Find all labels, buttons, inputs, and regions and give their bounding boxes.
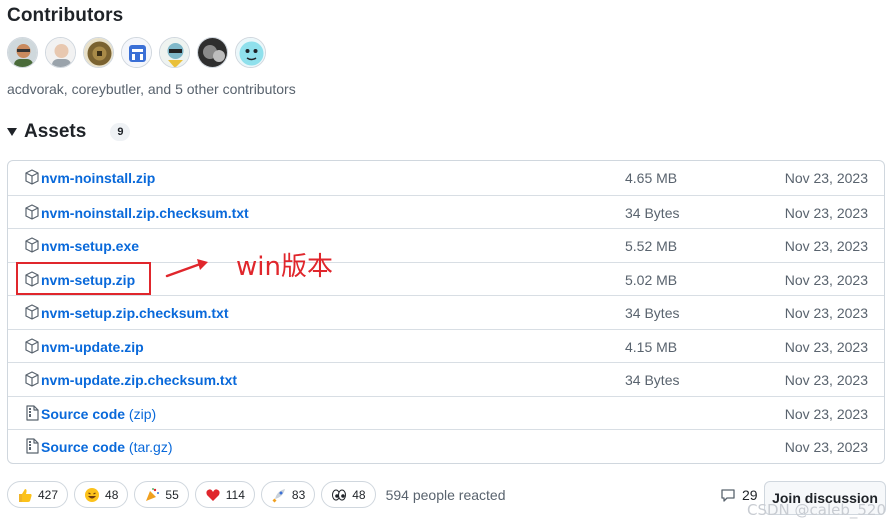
asset-link[interactable]: nvm-setup.exe	[41, 238, 139, 254]
asset-row: nvm-update.zip 4.15 MB Nov 23, 2023	[8, 329, 884, 363]
package-icon	[25, 338, 39, 354]
asset-row: nvm-noinstall.zip.checksum.txt 34 Bytes …	[8, 195, 884, 229]
assets-list: nvm-noinstall.zip 4.65 MB Nov 23, 2023 n…	[7, 160, 885, 464]
asset-link[interactable]: nvm-setup.zip.checksum.txt	[41, 305, 229, 321]
avatar[interactable]	[235, 37, 266, 68]
file-zip-icon	[26, 405, 39, 421]
reaction-heart[interactable]: 114	[194, 481, 255, 508]
asset-size: 34 Bytes	[625, 205, 680, 221]
reaction-rocket[interactable]: 83	[260, 481, 316, 508]
asset-date: Nov 23, 2023	[784, 372, 868, 388]
reactions-bar: 427 48 55 114 83 48 594 people reacted	[7, 481, 505, 508]
asset-link[interactable]: Source code (tar.gz)	[41, 439, 173, 455]
asset-row: nvm-setup.zip.checksum.txt 34 Bytes Nov …	[8, 295, 884, 329]
asset-link[interactable]: Source code (zip)	[41, 406, 156, 422]
reaction-eyes[interactable]: 48	[321, 481, 376, 508]
eyes-icon	[332, 489, 347, 500]
file-zip-icon	[26, 438, 39, 454]
avatar[interactable]	[7, 37, 38, 68]
asset-link[interactable]: nvm-noinstall.zip	[41, 170, 155, 186]
assets-header[interactable]: Assets 9	[7, 121, 131, 143]
hooray-icon	[146, 487, 160, 501]
asset-row: Source code (zip) Nov 23, 2023	[8, 396, 884, 430]
asset-size: 5.02 MB	[625, 272, 678, 288]
asset-row: nvm-setup.exe 5.52 MB Nov 23, 2023	[8, 228, 884, 262]
asset-size: 34 Bytes	[625, 305, 680, 321]
contributor-avatars	[7, 37, 266, 68]
asset-date: Nov 23, 2023	[784, 339, 868, 355]
avatar[interactable]	[159, 37, 190, 68]
reaction-laugh[interactable]: 48	[74, 481, 129, 508]
package-icon	[25, 204, 39, 220]
asset-date: Nov 23, 2023	[784, 205, 868, 221]
package-icon	[25, 169, 39, 185]
package-icon	[25, 237, 39, 253]
asset-row: Source code (tar.gz) Nov 23, 2023	[8, 429, 884, 463]
rocket-icon	[272, 488, 285, 503]
asset-link[interactable]: nvm-update.zip.checksum.txt	[41, 372, 237, 388]
asset-date: Nov 23, 2023	[784, 439, 868, 455]
reactions-summary: 594 people reacted	[385, 486, 506, 503]
asset-date: Nov 23, 2023	[784, 272, 868, 288]
asset-row: nvm-noinstall.zip 4.65 MB Nov 23, 2023	[8, 161, 884, 195]
asset-link[interactable]: nvm-update.zip	[41, 339, 144, 355]
annotation-label: win版本	[236, 252, 333, 282]
asset-link[interactable]: nvm-noinstall.zip.checksum.txt	[41, 205, 249, 221]
asset-size: 34 Bytes	[625, 372, 680, 388]
asset-size: 5.52 MB	[625, 238, 678, 254]
package-icon	[25, 304, 39, 320]
asset-row: nvm-update.zip.checksum.txt 34 Bytes Nov…	[8, 362, 884, 396]
contributors-summary[interactable]: acdvorak, coreybutler, and 5 other contr…	[7, 81, 296, 97]
package-icon	[25, 371, 39, 387]
avatar[interactable]	[45, 37, 76, 68]
contributors-title: Contributors	[7, 5, 124, 26]
annotation-arrow-icon	[165, 259, 208, 278]
reaction-hooray[interactable]: 55	[134, 481, 189, 508]
avatar[interactable]	[83, 37, 114, 68]
assets-count-badge: 9	[110, 123, 131, 141]
reaction-thumbs-up[interactable]: 427	[7, 481, 69, 508]
annotation-highlight-box	[16, 262, 151, 295]
avatar[interactable]	[197, 37, 228, 68]
assets-title: Assets	[24, 121, 87, 142]
asset-date: Nov 23, 2023	[784, 170, 868, 186]
asset-date: Nov 23, 2023	[784, 238, 868, 254]
asset-date: Nov 23, 2023	[784, 406, 868, 422]
heart-icon	[206, 488, 220, 501]
thumbs-up-icon	[19, 488, 32, 502]
laugh-icon	[85, 487, 100, 502]
asset-date: Nov 23, 2023	[784, 305, 868, 321]
watermark: CSDN @caleb_520	[746, 501, 886, 519]
caret-down-icon[interactable]	[7, 128, 17, 136]
asset-size: 4.15 MB	[625, 339, 678, 355]
avatar[interactable]	[121, 37, 152, 68]
comment-icon	[721, 489, 735, 502]
asset-size: 4.65 MB	[625, 170, 678, 186]
